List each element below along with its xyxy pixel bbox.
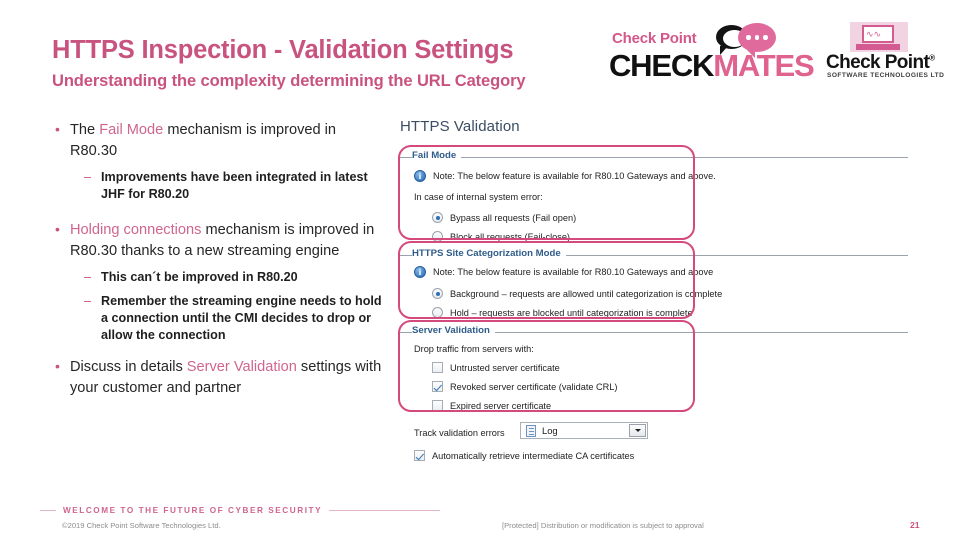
dialog-title: HTTPS Validation: [400, 118, 520, 135]
info-icon: i: [414, 266, 426, 278]
info-icon: i: [414, 170, 426, 182]
categorization-note: i Note: The below feature is available f…: [414, 266, 713, 278]
bullet-item: This can´t be improved in R80.20: [84, 269, 382, 286]
radio-hold-categorization[interactable]: Hold – requests are blocked until catego…: [432, 307, 693, 318]
bullet-text: Remember the streaming engine needs to h…: [101, 294, 382, 342]
checkbox-icon[interactable]: [414, 450, 425, 461]
checkpoint-computer-icon: ∿∿: [850, 22, 908, 52]
radio-block-all-requests[interactable]: Block all requests (Fail-close): [432, 231, 570, 242]
group-divider: [400, 157, 908, 158]
radio-label: Hold – requests are blocked until catego…: [450, 307, 693, 318]
checkmates-logo-wordmark: CHECKMATES: [609, 48, 815, 84]
footer-protected-notice: [Protected] Distribution or modification…: [502, 521, 704, 530]
slide: HTTPS Inspection - Validation Settings U…: [0, 0, 960, 540]
checkpoint-logo-name: Check Point®: [826, 52, 935, 73]
checkbox-icon[interactable]: [432, 362, 443, 373]
server-validation-prompt: Drop traffic from servers with:: [414, 344, 534, 354]
radio-label: Block all requests (Fail-close): [450, 231, 570, 242]
bullet-text: Improvements have been integrated in lat…: [101, 170, 368, 201]
footer-tagline-row: WELCOME TO THE FUTURE OF CYBER SECURITY: [40, 503, 440, 517]
checkpoint-logo: ∿∿ Check Point® SOFTWARE TECHNOLOGIES LT…: [826, 22, 944, 84]
bullet-text: The: [70, 122, 100, 138]
radio-background-categorization[interactable]: Background – requests are allowed until …: [432, 288, 722, 299]
fail-mode-note-text: Note: The below feature is available for…: [433, 171, 716, 181]
bullet-item: Remember the streaming engine needs to h…: [84, 293, 382, 344]
page-title: HTTPS Inspection - Validation Settings: [52, 36, 514, 64]
fail-mode-note: i Note: The below feature is available f…: [414, 170, 716, 182]
bullet-list: The Fail Mode mechanism is improved in R…: [52, 119, 382, 406]
checkbox-icon[interactable]: [432, 381, 443, 392]
track-validation-errors-select[interactable]: Log: [520, 422, 648, 439]
bullet-text: Discuss in details: [70, 359, 187, 375]
bullet-highlight: Holding connections: [70, 222, 202, 238]
fail-mode-prompt: In case of internal system error:: [414, 192, 543, 202]
radio-icon[interactable]: [432, 212, 443, 223]
bullet-highlight: Fail Mode: [99, 122, 164, 138]
checkmates-wordmark-mates: MATES: [713, 48, 814, 83]
footer-copyright: ©2019 Check Point Software Technologies …: [62, 521, 221, 530]
checkmates-logo-top-text: Check Point: [612, 30, 697, 47]
radio-label: Bypass all requests (Fail open): [450, 212, 577, 223]
checkbox-label: Automatically retrieve intermediate CA c…: [432, 450, 635, 461]
checkpoint-logo-tagline: SOFTWARE TECHNOLOGIES LTD: [827, 72, 945, 79]
bullet-item: Holding connections mechanism is improve…: [52, 219, 382, 261]
categorization-mode-legend: HTTPS Site Categorization Mode: [412, 248, 566, 259]
footer-tagline: WELCOME TO THE FUTURE OF CYBER SECURITY: [63, 505, 323, 515]
log-document-icon: [526, 424, 536, 437]
checkbox-revoked-server-certificate[interactable]: Revoked server certificate (validate CRL…: [432, 381, 617, 392]
page-subtitle: Understanding the complexity determining…: [52, 72, 526, 90]
checkbox-untrusted-server-certificate[interactable]: Untrusted server certificate: [432, 362, 560, 373]
server-validation-legend: Server Validation: [412, 325, 495, 336]
radio-label: Background – requests are allowed until …: [450, 288, 723, 299]
checkbox-label: Expired server certificate: [450, 400, 552, 411]
footer-page-number: 21: [910, 520, 920, 530]
checkbox-label: Untrusted server certificate: [450, 362, 560, 373]
checkbox-auto-retrieve-ca-certificates[interactable]: Automatically retrieve intermediate CA c…: [414, 450, 634, 461]
radio-icon[interactable]: [432, 307, 443, 318]
chevron-down-icon[interactable]: [629, 424, 646, 437]
checkbox-label: Revoked server certificate (validate CRL…: [450, 381, 618, 392]
bullet-item: The Fail Mode mechanism is improved in R…: [52, 119, 382, 161]
fail-mode-legend: Fail Mode: [412, 150, 462, 161]
bullet-item: Improvements have been integrated in lat…: [84, 169, 382, 203]
bullet-text: This can´t be improved in R80.20: [101, 270, 298, 284]
categorization-note-text: Note: The below feature is available for…: [433, 267, 714, 277]
radio-icon[interactable]: [432, 288, 443, 299]
radio-bypass-all-requests[interactable]: Bypass all requests (Fail open): [432, 212, 576, 223]
track-validation-errors-label: Track validation errors: [414, 428, 505, 438]
track-validation-errors-value: Log: [542, 425, 558, 436]
checkbox-icon[interactable]: [432, 400, 443, 411]
tagline-rule-left: [40, 509, 56, 511]
bullet-highlight: Server Validation: [186, 359, 297, 375]
checkmates-logo: Check Point CHECKMATES: [609, 22, 852, 84]
bullet-item: Discuss in details Server Validation set…: [52, 356, 382, 398]
tagline-rule-right: [329, 509, 440, 511]
radio-icon[interactable]: [432, 231, 443, 242]
checkbox-expired-server-certificate[interactable]: Expired server certificate: [432, 400, 551, 411]
https-validation-dialog: HTTPS Validation Fail Mode i Note: The b…: [392, 116, 912, 468]
checkmates-wordmark-check: CHECK: [609, 48, 714, 83]
